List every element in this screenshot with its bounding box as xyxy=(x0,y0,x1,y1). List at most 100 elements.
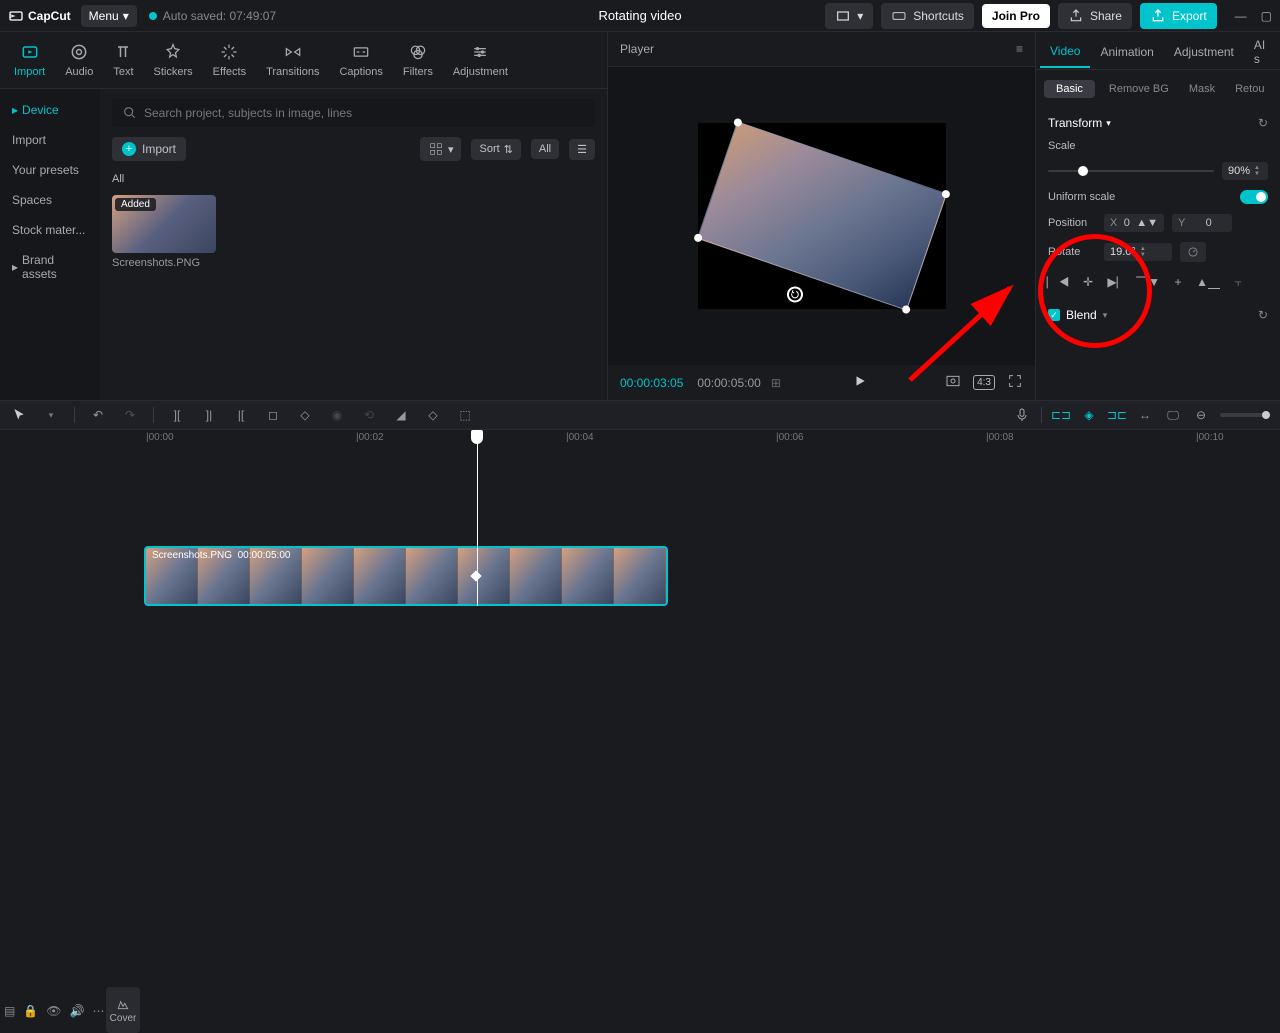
uniform-scale-toggle[interactable] xyxy=(1240,190,1268,204)
tab-adjustment[interactable]: Adjustment xyxy=(443,38,518,82)
tab-transitions[interactable]: Transitions xyxy=(256,38,329,82)
video-selection[interactable] xyxy=(696,121,946,311)
split-right-icon[interactable]: |[ xyxy=(232,408,250,422)
tab-effects[interactable]: Effects xyxy=(203,38,256,82)
zoom-slider[interactable] xyxy=(1220,413,1270,417)
subtab-removebg[interactable]: Remove BG xyxy=(1103,80,1175,98)
scale-slider[interactable] xyxy=(1048,170,1214,172)
crop-icon[interactable]: ◻ xyxy=(264,408,282,422)
reset-icon[interactable]: ↻ xyxy=(1258,308,1268,322)
sidebar-item-stock[interactable]: Stock mater... xyxy=(0,215,100,245)
minimize-icon[interactable]: — xyxy=(1235,9,1247,23)
timecode-icon[interactable]: ⊞ xyxy=(771,376,781,390)
playhead[interactable] xyxy=(477,430,478,606)
shortcuts-button[interactable]: Shortcuts xyxy=(881,3,974,29)
share-button[interactable]: Share xyxy=(1058,3,1132,29)
subtab-retouch[interactable]: Retou xyxy=(1229,80,1270,98)
sidebar-item-import[interactable]: Import xyxy=(0,125,100,155)
mute-icon[interactable]: 🔊 xyxy=(70,1004,85,1018)
collapse-icon[interactable]: ▤ xyxy=(4,1004,15,1018)
tab-captions[interactable]: Captions xyxy=(329,38,392,82)
align-center-h-icon[interactable]: ✛ xyxy=(1078,272,1098,292)
align-bottom-icon[interactable]: ▲⎽ xyxy=(1198,272,1218,292)
resize-handle[interactable] xyxy=(693,233,703,243)
scale-to-fit-icon[interactable] xyxy=(945,373,961,392)
split-screen-icon[interactable]: ↔ xyxy=(1136,408,1154,422)
import-button[interactable]: + Import xyxy=(112,137,186,161)
rotate-tool-icon[interactable]: ◇ xyxy=(424,408,442,422)
cover-button[interactable]: Cover xyxy=(106,987,140,1033)
tab-stickers[interactable]: Stickers xyxy=(144,38,203,82)
rotate-handle[interactable] xyxy=(784,284,804,304)
tab-video[interactable]: Video xyxy=(1040,34,1090,68)
cursor-tool-icon[interactable] xyxy=(10,407,28,423)
resize-handle[interactable] xyxy=(940,189,950,199)
rotate-dial[interactable] xyxy=(1180,242,1206,262)
split-icon[interactable]: ][ xyxy=(168,408,186,422)
redo-icon[interactable]: ↷ xyxy=(121,408,139,422)
eye-icon[interactable]: 👁 xyxy=(46,1004,61,1018)
transform-section-title[interactable]: Transform▾ xyxy=(1048,116,1111,130)
cursor-dropdown-icon[interactable]: ▾ xyxy=(42,410,60,421)
tab-adjustment-props[interactable]: Adjustment xyxy=(1164,35,1244,67)
zoom-out-icon[interactable]: ⊖ xyxy=(1192,408,1210,422)
tab-import[interactable]: Import xyxy=(4,38,55,82)
category-all[interactable]: All xyxy=(112,173,595,185)
mirror-icon[interactable]: ◢ xyxy=(392,408,410,422)
align-right-icon[interactable]: ▶⎸ xyxy=(1108,272,1128,292)
blend-checkbox[interactable]: ✓ xyxy=(1048,309,1060,321)
resize-handle[interactable] xyxy=(901,304,911,314)
align-other-icon[interactable]: ⫟ xyxy=(1228,272,1248,292)
record-icon[interactable]: ◉ xyxy=(328,408,346,422)
resize-handle[interactable] xyxy=(732,117,742,127)
player-canvas[interactable] xyxy=(608,67,1035,365)
filter-button[interactable]: ☰ xyxy=(569,139,595,160)
more-icon[interactable]: ⋯ xyxy=(92,1004,104,1018)
undo-icon[interactable]: ↶ xyxy=(89,408,107,422)
join-pro-button[interactable]: Join Pro xyxy=(982,4,1050,28)
align-center-v-icon[interactable]: + xyxy=(1168,272,1188,292)
play-button[interactable] xyxy=(853,374,873,391)
tab-filters[interactable]: Filters xyxy=(393,38,443,82)
tab-animation[interactable]: Animation xyxy=(1090,35,1163,67)
align-top-icon[interactable]: ⎺▼ xyxy=(1138,272,1158,292)
aspect-button[interactable]: ▾ xyxy=(825,3,873,29)
aspect-ratio-button[interactable]: 4:3 xyxy=(973,375,995,390)
reverse-icon[interactable]: ⟲ xyxy=(360,408,378,422)
tab-audio[interactable]: Audio xyxy=(55,38,103,82)
position-y-input[interactable]: Y0 xyxy=(1172,214,1232,232)
timeline-ruler[interactable]: |00:00 |00:02 |00:04 |00:06 |00:08 |00:1… xyxy=(134,430,1280,446)
reset-icon[interactable]: ↻ xyxy=(1258,116,1268,130)
freehand-crop-icon[interactable]: ⬚ xyxy=(456,408,474,422)
timeline[interactable]: |00:00 |00:02 |00:04 |00:06 |00:08 |00:1… xyxy=(0,430,1280,606)
snap-icon[interactable]: ⊐⊏ xyxy=(1108,408,1126,422)
rotate-value-input[interactable]: 19.0°▲▼ xyxy=(1104,243,1172,261)
export-button[interactable]: Export xyxy=(1140,3,1217,29)
menu-dropdown[interactable]: Menu ▾ xyxy=(81,5,137,27)
subtab-basic[interactable]: Basic xyxy=(1044,80,1095,98)
maximize-icon[interactable]: ▢ xyxy=(1261,9,1272,23)
fullscreen-icon[interactable] xyxy=(1007,373,1023,392)
sidebar-item-brand[interactable]: ▸Brand assets xyxy=(0,245,100,289)
search-input[interactable]: Search project, subjects in image, lines xyxy=(112,99,595,127)
scale-value[interactable]: 90%▲▼ xyxy=(1222,162,1268,180)
media-thumbnail[interactable]: Added Screenshots.PNG xyxy=(112,195,216,269)
sidebar-item-presets[interactable]: Your presets xyxy=(0,155,100,185)
linked-icon[interactable]: ◈ xyxy=(1080,408,1098,422)
timeline-clip[interactable]: Screenshots.PNG 00:00:05:00 xyxy=(144,546,668,606)
split-left-icon[interactable]: ]| xyxy=(200,408,218,422)
align-left-icon[interactable]: ⎸◀ xyxy=(1048,272,1068,292)
monitor-icon[interactable]: 🖵 xyxy=(1164,408,1182,423)
sort-button[interactable]: Sort ⇅ xyxy=(471,139,520,160)
position-x-input[interactable]: X0▲▼ xyxy=(1104,214,1164,232)
view-mode-button[interactable]: ▾ xyxy=(420,137,462,161)
tab-text[interactable]: Text xyxy=(103,38,143,82)
tab-ai[interactable]: AI s xyxy=(1244,28,1276,74)
filter-all-button[interactable]: All xyxy=(531,139,559,159)
mic-icon[interactable] xyxy=(1013,407,1031,423)
blend-section[interactable]: ✓ Blend ▾ xyxy=(1048,308,1107,322)
magnet-on-icon[interactable]: ⊏⊐ xyxy=(1052,408,1070,422)
sidebar-item-spaces[interactable]: Spaces xyxy=(0,185,100,215)
lock-icon[interactable]: 🔒 xyxy=(23,1004,38,1018)
shield-icon[interactable]: ◇ xyxy=(296,408,314,422)
